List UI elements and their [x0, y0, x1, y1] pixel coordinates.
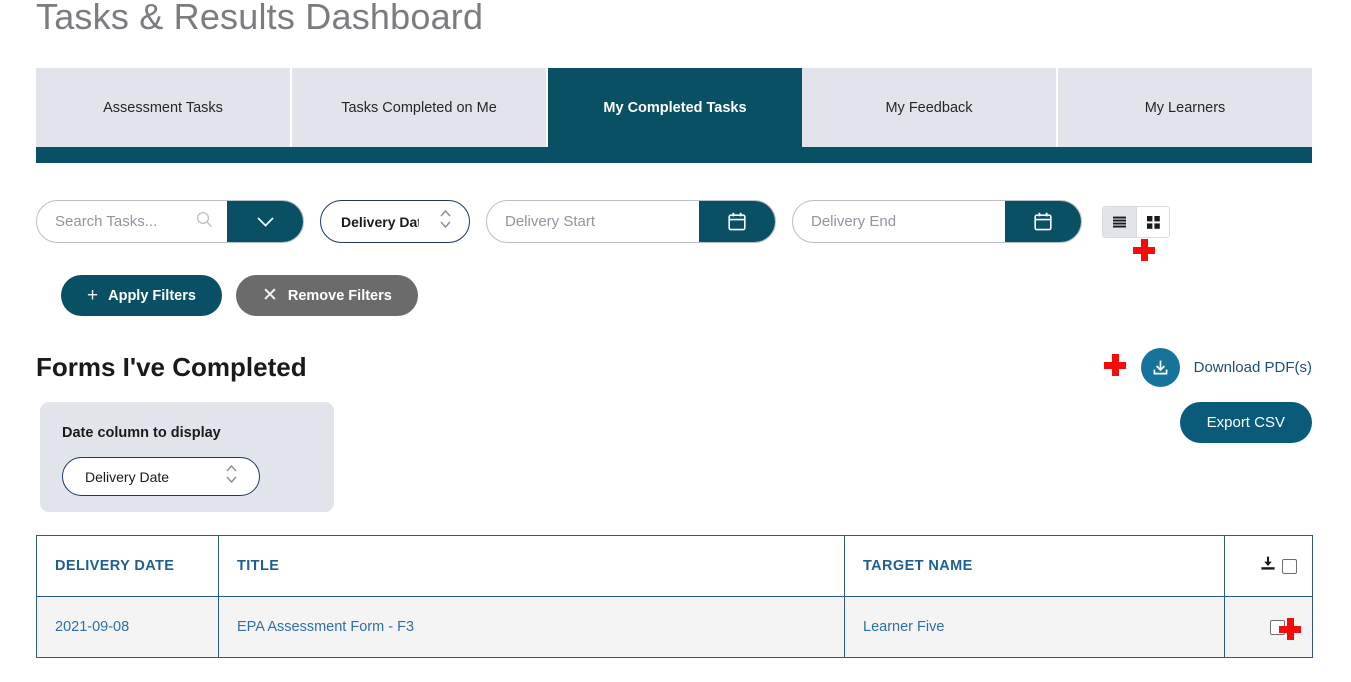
delivery-start-placeholder: Delivery Start [505, 213, 596, 230]
row-select-checkbox[interactable] [1270, 619, 1285, 635]
column-header-delivery-date[interactable]: DELIVERY DATE [36, 535, 219, 597]
page-title: Tasks & Results Dashboard [36, 0, 484, 37]
tab-my-completed-tasks[interactable]: My Completed Tasks [548, 68, 802, 147]
cell-actions [1224, 596, 1313, 658]
plus-icon: + [87, 285, 99, 306]
search-input[interactable]: Search Tasks... [55, 213, 157, 230]
close-x-icon: ✕ [261, 285, 278, 306]
column-header-target-name[interactable]: TARGET NAME [844, 535, 1225, 597]
download-pdf-button[interactable] [1140, 348, 1180, 387]
filter-action-row: + Apply Filters ✕ Remove Filters [61, 275, 418, 316]
tab-assessment-tasks[interactable]: Assessment Tasks [36, 68, 292, 147]
cell-title[interactable]: EPA Assessment Form - F3 [218, 596, 845, 658]
calendar-icon [728, 212, 746, 231]
apply-filters-label: Apply Filters [108, 287, 196, 304]
sort-column-value: Delivery Date [341, 213, 419, 230]
grid-view-icon [1146, 215, 1160, 229]
cursor-marker-download-pdf [1104, 354, 1126, 376]
tabs-row: Assessment Tasks Tasks Completed on Me M… [36, 68, 1312, 147]
chevron-down-icon [256, 216, 274, 227]
completed-forms-table: DELIVERY DATE TITLE TARGET NAME 2021-09-… [36, 535, 1313, 658]
filter-bar: Search Tasks... Delivery Date D [36, 200, 1170, 243]
section-title: Forms I've Completed [36, 352, 307, 382]
cell-delivery-date[interactable]: 2021-09-08 [36, 596, 219, 658]
delivery-end-calendar-button[interactable] [1005, 201, 1081, 242]
tab-my-learners[interactable]: My Learners [1058, 68, 1312, 147]
list-view-icon [1113, 216, 1126, 227]
list-view-button[interactable] [1103, 207, 1136, 237]
download-tray-icon[interactable] [1259, 555, 1277, 577]
apply-filters-button[interactable]: + Apply Filters [61, 275, 222, 316]
tab-my-feedback[interactable]: My Feedback [802, 68, 1058, 147]
column-header-actions [1224, 535, 1313, 597]
date-column-select[interactable]: Delivery Date [62, 457, 260, 496]
column-header-title[interactable]: TITLE [218, 535, 845, 597]
search-dropdown-button[interactable] [227, 201, 303, 242]
remove-filters-button[interactable]: ✕ Remove Filters [235, 275, 418, 316]
table-header-row: DELIVERY DATE TITLE TARGET NAME [36, 535, 1313, 597]
search-icon [196, 211, 213, 232]
remove-filters-label: Remove Filters [287, 287, 392, 304]
search-tasks-group: Search Tasks... [36, 200, 304, 243]
stepper-updown-icon [438, 206, 453, 237]
delivery-end-group: Delivery End [792, 200, 1082, 243]
date-column-card: Date column to display Delivery Date [40, 402, 334, 512]
search-input-wrap[interactable]: Search Tasks... [37, 201, 227, 242]
tab-underline-bar [36, 147, 1312, 163]
delivery-start-input[interactable]: Delivery Start [487, 201, 699, 242]
calendar-icon [1034, 212, 1052, 231]
export-csv-button[interactable]: Export CSV [1179, 402, 1312, 443]
sort-column-select[interactable]: Delivery Date [320, 200, 470, 243]
download-icon [1153, 360, 1168, 375]
download-pdf-row: Download PDF(s) [1140, 348, 1312, 387]
grid-view-button[interactable] [1136, 207, 1169, 237]
cell-target-name[interactable]: Learner Five [844, 596, 1225, 658]
tab-strip: Assessment Tasks Tasks Completed on Me M… [36, 68, 1312, 163]
delivery-start-group: Delivery Start [486, 200, 776, 243]
date-column-select-value: Delivery Date [85, 468, 170, 485]
date-column-label: Date column to display [62, 425, 221, 441]
table-row: 2021-09-08 EPA Assessment Form - F3 Lear… [36, 596, 1313, 658]
tab-tasks-completed-on-me[interactable]: Tasks Completed on Me [292, 68, 548, 147]
delivery-start-calendar-button[interactable] [699, 201, 775, 242]
download-pdf-label: Download PDF(s) [1193, 359, 1312, 376]
select-all-checkbox[interactable] [1281, 558, 1297, 574]
stepper-updown-icon [224, 461, 239, 492]
delivery-end-placeholder: Delivery End [811, 213, 897, 230]
delivery-end-input[interactable]: Delivery End [793, 201, 1005, 242]
view-mode-toggle [1102, 206, 1170, 238]
